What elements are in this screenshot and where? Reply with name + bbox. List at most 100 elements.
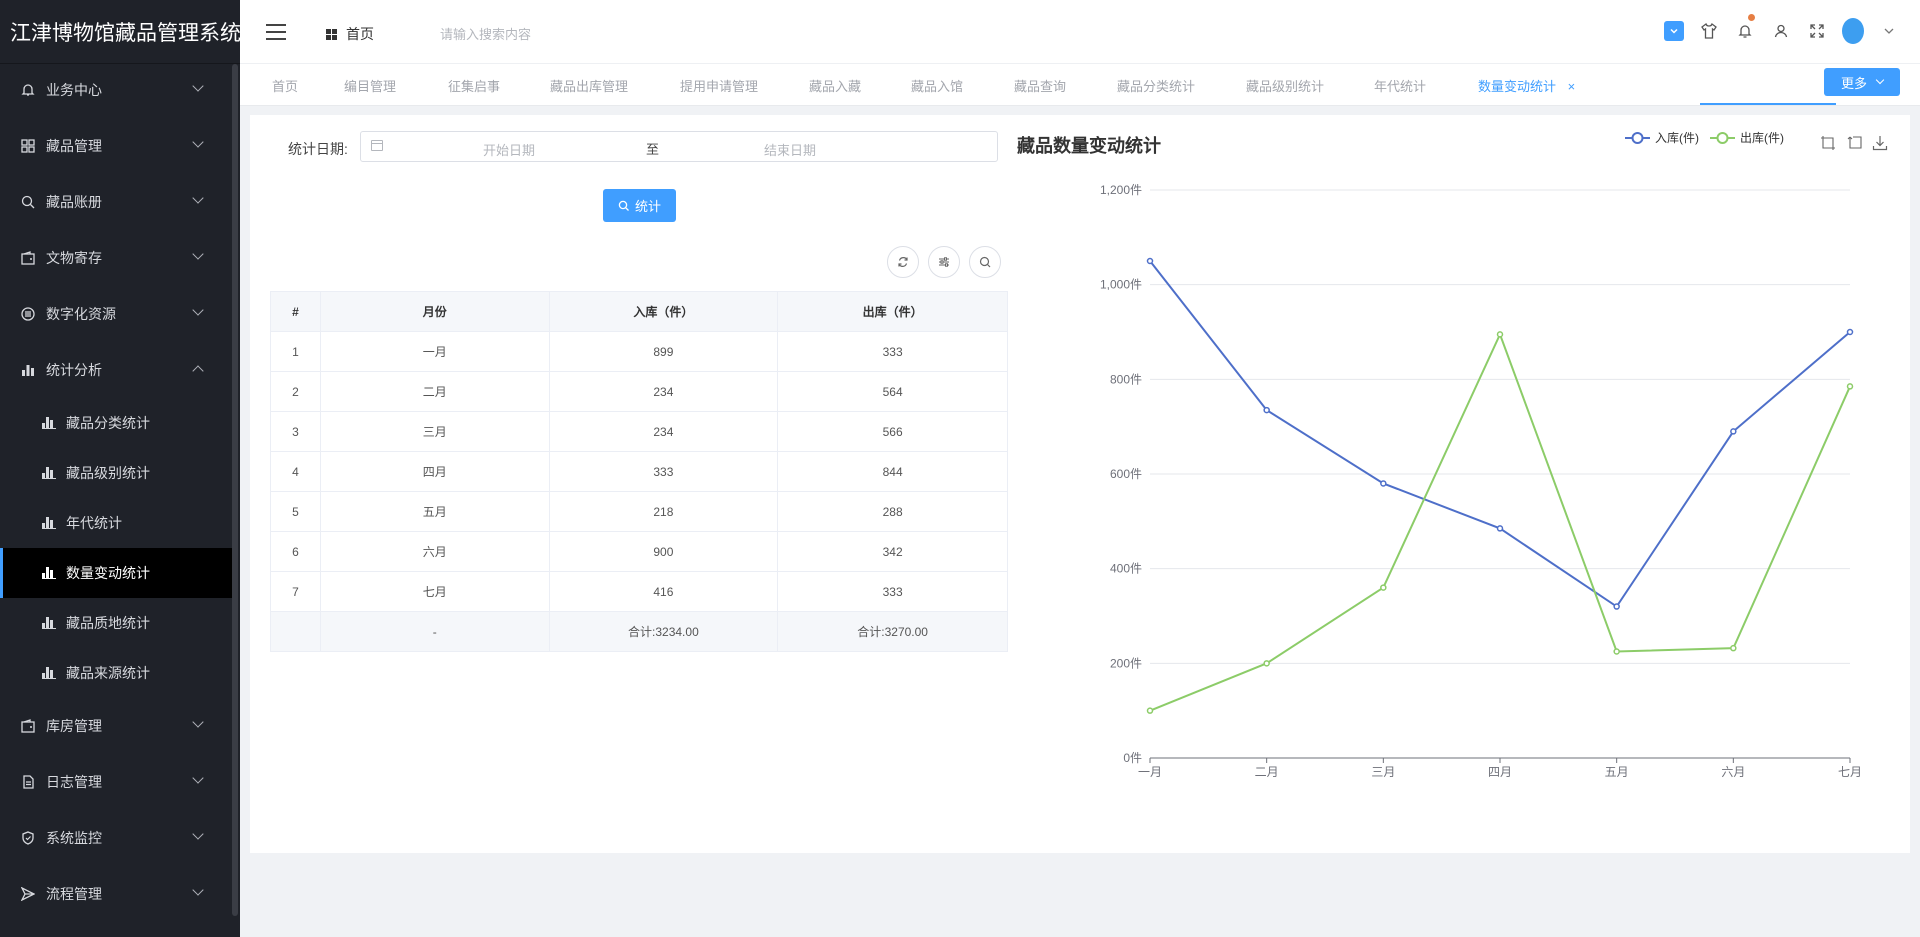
search-toggle-button[interactable] [969,246,1001,278]
sidebar-subitem-era-stats[interactable]: 年代统计 [0,498,232,548]
tab-outbound[interactable]: 藏品出库管理 [550,76,628,95]
tab-quantity-change-stats[interactable]: 数量变动统计 × [1478,76,1575,95]
sidebar-item-monitor[interactable]: 系统监控 [0,810,232,866]
column-header[interactable]: 出库（件） [777,291,1008,332]
sidebar-item-label: 日志管理 [46,774,102,790]
restore-icon[interactable] [1846,135,1862,151]
sidebar-subitem-category-stats[interactable]: 藏品分类统计 [0,398,232,448]
menu-toggle-icon[interactable] [266,24,286,40]
table-cell: 5 [270,491,321,532]
x-tick-label: 二月 [1255,765,1279,779]
close-icon[interactable]: × [1568,79,1576,94]
table-cell: - [319,611,550,652]
bar-chart-icon [42,667,56,679]
sidebar-subitem-material-stats[interactable]: 藏品质地统计 [0,598,232,648]
tab-entry[interactable]: 藏品入馆 [911,76,963,95]
sidebar-subitem-level-stats[interactable]: 藏品级别统计 [0,448,232,498]
table-cell: 416 [548,571,779,612]
chevron-down-icon [1875,75,1885,85]
tab-bar: 首页 编目管理 征集启事 藏品出库管理 提用申请管理 藏品入藏 藏品入馆 藏品查… [240,64,1920,106]
tab-category-stats[interactable]: 藏品分类统计 [1117,76,1195,95]
table-cell: 566 [777,411,1008,452]
chevron-down-icon[interactable] [1878,20,1900,42]
table-header-row: # 月份 入库（件） 出库（件） [270,291,1008,332]
table-row[interactable]: 5 五月 218 288 [270,491,1008,532]
columns-button[interactable] [928,246,960,278]
sidebar-subitem-quantity-change-stats[interactable]: 数量变动统计 [0,548,232,598]
column-header[interactable]: # [270,291,321,332]
table-row[interactable]: 3 三月 234 566 [270,411,1008,452]
more-label: 更多 [1840,75,1867,91]
more-button[interactable]: 更多 [1824,68,1900,96]
date-range-picker[interactable]: 开始日期 至 结束日期 [360,131,998,162]
start-date-input[interactable]: 开始日期 [483,140,535,159]
sidebar-scrollbar[interactable] [232,64,238,916]
home-link[interactable]: 首页 [326,24,374,44]
tab-catalog[interactable]: 编目管理 [344,76,396,95]
table-row[interactable]: 1 一月 899 333 [270,331,1008,372]
sidebar-item-statistics[interactable]: 统计分析 [0,342,232,398]
range-separator: 至 [646,142,660,157]
tab-era-stats[interactable]: 年代统计 [1374,76,1426,95]
wallet-icon [20,250,36,266]
download-icon[interactable] [1872,135,1888,151]
x-tick-label: 六月 [1721,765,1745,779]
notification-dot [1748,14,1755,21]
y-tick-label: 600件 [1110,467,1142,481]
sidebar-item-label: 系统监控 [46,830,102,846]
table-cell: 合计:3270.00 [777,611,1008,652]
sidebar-subitem-label: 藏品级别统计 [66,465,150,481]
zoom-icon[interactable] [1820,135,1836,151]
sidebar-subitem-source-stats[interactable]: 藏品来源统计 [0,648,232,698]
table-cell: 3 [270,411,321,452]
date-label: 统计日期: [288,141,348,157]
table-row[interactable]: 7 七月 416 333 [270,571,1008,612]
end-date-input[interactable]: 结束日期 [764,140,816,159]
tab-home[interactable]: 首页 [272,76,298,95]
table-row[interactable]: 4 四月 333 844 [270,451,1008,492]
search-icon [618,200,629,211]
refresh-button[interactable] [887,246,919,278]
send-icon [20,886,36,902]
data-point [1380,584,1387,591]
column-header[interactable]: 月份 [319,291,550,332]
sidebar-item-business-center[interactable]: 业务中心 [0,62,232,118]
tab-query[interactable]: 藏品查询 [1014,76,1066,95]
bell-icon[interactable] [1734,14,1756,42]
sidebar-item-digital-resources[interactable]: 数字化资源 [0,286,232,342]
sidebar-item-relic-storage[interactable]: 文物寄存 [0,230,232,286]
table-cell: 288 [777,491,1008,532]
chevron-down-icon [192,80,204,92]
sidebar-subitem-label: 藏品来源统计 [66,665,150,681]
fullscreen-icon[interactable] [1806,20,1828,42]
table-cell: 844 [777,451,1008,492]
sidebar-item-workflow[interactable]: 流程管理 [0,866,232,922]
tab-level-stats[interactable]: 藏品级别统计 [1246,76,1324,95]
dropdown-icon[interactable] [1664,21,1684,41]
sliders-icon [939,257,949,267]
bar-chart-icon [42,517,56,529]
stat-button[interactable]: 统计 [603,189,676,222]
tab-accession[interactable]: 藏品入藏 [809,76,861,95]
shirt-icon[interactable] [1698,20,1720,42]
table-row[interactable]: 2 二月 234 564 [270,371,1008,412]
sidebar: 江津博物馆藏品管理系统 业务中心 藏品管理 藏品账册 文物寄存 数字化资源 统计… [0,0,241,937]
search-input[interactable]: 请输入搜索内容 [440,24,531,43]
sidebar-item-logs[interactable]: 日志管理 [0,754,232,810]
tab-requests[interactable]: 提用申请管理 [680,76,758,95]
sidebar-item-collection-management[interactable]: 藏品管理 [0,118,232,174]
tab-solicitation[interactable]: 征集启事 [448,76,500,95]
user-icon[interactable] [1770,20,1792,42]
chevron-down-icon [192,248,204,260]
x-tick-label: 三月 [1371,765,1395,779]
avatar[interactable] [1842,18,1864,44]
sidebar-item-label: 统计分析 [46,362,102,378]
data-point [1146,707,1154,714]
table-row[interactable]: 6 六月 900 342 [270,531,1008,572]
sidebar-item-collection-ledger[interactable]: 藏品账册 [0,174,232,230]
sidebar-item-label: 藏品管理 [46,138,102,154]
column-header[interactable]: 入库（件） [548,291,779,332]
table-cell: 七月 [319,571,550,612]
sidebar-item-warehouse[interactable]: 库房管理 [0,698,232,754]
data-point [1730,644,1737,652]
